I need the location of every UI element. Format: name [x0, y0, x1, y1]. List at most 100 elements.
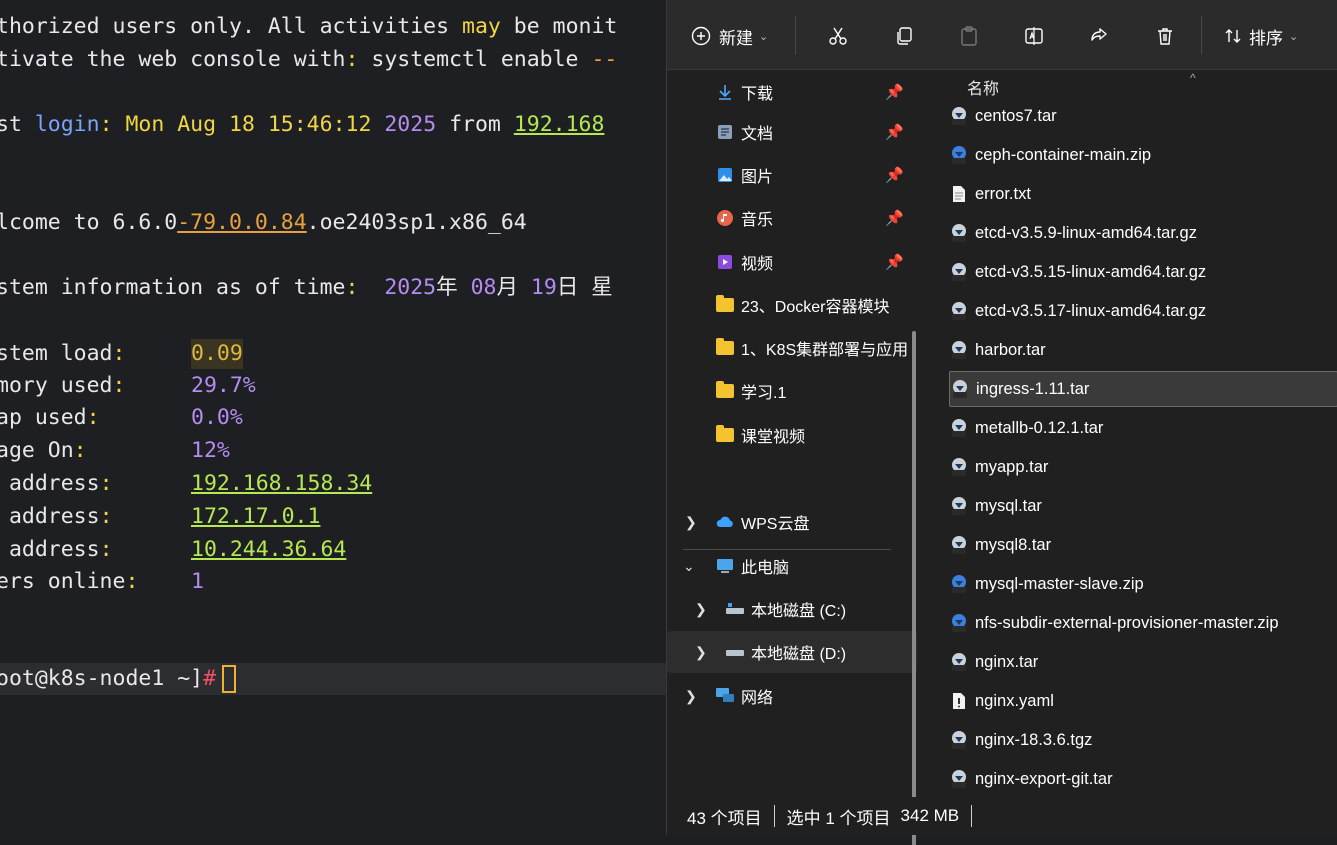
- nav-item-label: WPS云盘: [741, 516, 810, 533]
- archive-file-icon: [949, 769, 969, 789]
- nav-item-videos[interactable]: 视频 📌: [667, 241, 917, 283]
- nav-item-label: 23、Docker容器模块: [741, 299, 890, 316]
- info-row-swap: ap used: 0.0%: [0, 405, 243, 430]
- chevron-right-icon[interactable]: ❯: [685, 688, 697, 705]
- pin-icon: 📌: [885, 210, 904, 227]
- terminal-line: lcome to 6.6.0-79.0.0.84.oe2403sp1.x86_6…: [0, 210, 527, 235]
- nav-item-wps-cloud[interactable]: ❯ WPS云盘: [667, 501, 917, 543]
- file-name: mysql8.tar: [975, 535, 1052, 554]
- yaml-file-icon: [949, 691, 969, 711]
- nav-item-label: 本地磁盘 (D:): [751, 646, 847, 663]
- nav-item-network[interactable]: ❯ 网络: [667, 675, 917, 717]
- file-name: mysql.tar: [975, 496, 1042, 515]
- info-row-usage: age On: 12%: [0, 438, 230, 463]
- drive-c-icon: [725, 599, 745, 619]
- nav-item-documents[interactable]: 文档 📌: [667, 111, 917, 153]
- file-row[interactable]: metallb-0.12.1.tar: [949, 410, 1337, 446]
- nav-item-label: 图片: [741, 169, 774, 186]
- pin-icon: 📌: [885, 167, 904, 184]
- command-bar: 新建 ⌄ 排序 ⌄: [667, 0, 1337, 70]
- file-row[interactable]: nginx-export-git.tar: [949, 761, 1337, 796]
- file-name: nginx-export-git.tar: [975, 769, 1113, 788]
- terminal-line: tivate the web console with: systemctl e…: [0, 47, 618, 72]
- chevron-right-icon[interactable]: ❯: [695, 601, 707, 618]
- chevron-right-icon[interactable]: ❯: [695, 644, 707, 661]
- file-row[interactable]: nfs-subdir-external-provisioner-master.z…: [949, 605, 1337, 641]
- file-name: nginx-18.3.6.tgz: [975, 730, 1093, 749]
- pin-icon: 📌: [885, 124, 904, 141]
- nav-scrollbar[interactable]: [912, 331, 916, 845]
- this-pc-icon: [715, 556, 735, 576]
- pin-icon: 📌: [885, 254, 904, 271]
- file-name: myapp.tar: [975, 457, 1049, 476]
- archive-file-icon: [949, 730, 969, 750]
- file-row[interactable]: mysql.tar: [949, 488, 1337, 524]
- sort-ascending-icon: ^: [1190, 71, 1196, 85]
- status-bar: 43 个项目 选中 1 个项目 342 MB: [667, 797, 1337, 835]
- file-row[interactable]: nginx.yaml: [949, 683, 1337, 719]
- folder-icon: [715, 381, 735, 401]
- delete-icon[interactable]: [1154, 22, 1176, 50]
- nav-item-label: 下载: [741, 86, 774, 103]
- videos-icon: [715, 252, 735, 272]
- file-list: 名称 ^ centos7.tar ceph-container-main.zip e…: [929, 71, 1337, 796]
- cut-icon[interactable]: [827, 22, 849, 50]
- file-row[interactable]: ingress-1.11.tar: [949, 371, 1337, 407]
- archive-file-icon: [949, 535, 969, 555]
- file-name: nginx.yaml: [975, 691, 1054, 710]
- nav-item-this-pc[interactable]: ⌄ 此电脑: [667, 545, 917, 587]
- nav-item-label: 音乐: [741, 212, 774, 229]
- nav-item-folder[interactable]: 学习.1: [667, 370, 917, 412]
- file-row[interactable]: mysql8.tar: [949, 527, 1337, 563]
- toolbar-divider: [1201, 16, 1202, 54]
- file-row[interactable]: mysql-master-slave.zip: [949, 566, 1337, 602]
- nav-item-drive-c[interactable]: ❯ 本地磁盘 (C:): [667, 588, 917, 630]
- file-row[interactable]: etcd-v3.5.15-linux-amd64.tar.gz: [949, 254, 1337, 290]
- new-button[interactable]: 新建 ⌄: [691, 22, 768, 50]
- share-icon[interactable]: [1088, 22, 1110, 50]
- info-row-address: address: 172.17.0.1: [0, 504, 321, 529]
- terminal-line: st login: Mon Aug 18 15:46:12 2025 from …: [0, 112, 605, 137]
- item-count: 43 个项目: [687, 808, 762, 828]
- nav-item-label: 此电脑: [741, 560, 790, 577]
- nav-item-label: 视频: [741, 256, 774, 273]
- archive-file-icon: [949, 613, 969, 633]
- selection-count: 选中 1 个项目: [786, 808, 891, 828]
- file-row[interactable]: myapp.tar: [949, 449, 1337, 485]
- nav-item-pictures[interactable]: 图片 📌: [667, 154, 917, 196]
- file-row[interactable]: nginx-18.3.6.tgz: [949, 722, 1337, 758]
- file-row[interactable]: etcd-v3.5.17-linux-amd64.tar.gz: [949, 293, 1337, 329]
- nav-item-folder[interactable]: 23、Docker容器模块: [667, 284, 917, 326]
- file-row[interactable]: ceph-container-main.zip: [949, 137, 1337, 173]
- file-row[interactable]: harbor.tar: [949, 332, 1337, 368]
- chevron-down-icon[interactable]: ⌄: [683, 558, 695, 575]
- plus-circle-icon: [691, 26, 711, 46]
- file-row[interactable]: centos7.tar: [949, 98, 1337, 134]
- terminal-line: stem information as of time: 2025年 08月 1…: [0, 275, 613, 300]
- nav-item-music[interactable]: 音乐 📌: [667, 197, 917, 239]
- nav-item-label: 网络: [741, 690, 774, 707]
- paste-icon[interactable]: [958, 22, 980, 50]
- copy-icon[interactable]: [893, 22, 915, 50]
- file-explorer-window[interactable]: 新建 ⌄ 排序 ⌄ 下载 📌 文档 📌 图片 📌 音乐 📌 视频 📌 23、Do…: [666, 0, 1337, 845]
- archive-file-icon: [949, 574, 969, 594]
- music-icon: [715, 208, 735, 228]
- nav-item-folder[interactable]: 1、K8S集群部署与应用: [667, 327, 917, 369]
- status-divider: [971, 805, 973, 827]
- chevron-right-icon[interactable]: ❯: [685, 514, 697, 531]
- file-name: etcd-v3.5.9-linux-amd64.tar.gz: [975, 223, 1197, 242]
- shell-prompt[interactable]: oot@k8s-node1 ~]#: [0, 664, 237, 694]
- archive-file-icon: [949, 457, 969, 477]
- column-header-name[interactable]: 名称 ^: [967, 71, 1196, 99]
- rename-icon[interactable]: [1023, 22, 1045, 50]
- sort-button[interactable]: 排序 ⌄: [1223, 22, 1298, 50]
- file-name: harbor.tar: [975, 340, 1046, 359]
- nav-item-folder[interactable]: 课堂视频: [667, 414, 917, 456]
- nav-item-downloads[interactable]: 下载 📌: [667, 71, 917, 113]
- nav-item-drive-d[interactable]: ❯ 本地磁盘 (D:): [667, 631, 917, 673]
- file-row[interactable]: etcd-v3.5.9-linux-amd64.tar.gz: [949, 215, 1337, 251]
- file-row[interactable]: error.txt: [949, 176, 1337, 212]
- archive-file-icon: [949, 301, 969, 321]
- file-row[interactable]: nginx.tar: [949, 644, 1337, 680]
- text-cursor: [222, 665, 237, 693]
